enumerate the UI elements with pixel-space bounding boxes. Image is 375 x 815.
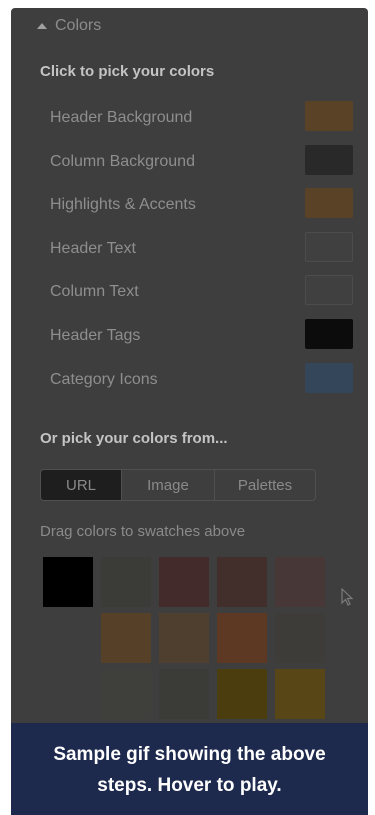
palette-color-chip[interactable]: [159, 669, 209, 719]
picker-title: Click to pick your colors: [40, 63, 215, 80]
color-row: Header Tags: [11, 319, 368, 355]
color-swatch[interactable]: [305, 231, 353, 262]
palette-color-chip[interactable]: [101, 557, 151, 607]
color-row-label: Column Background: [50, 152, 195, 170]
color-row-label: Header Text: [50, 239, 136, 257]
color-swatch[interactable]: [305, 101, 353, 131]
tab-palettes[interactable]: Palettes: [214, 470, 315, 500]
color-swatch[interactable]: [305, 188, 353, 219]
palette-color-chip[interactable]: [275, 613, 325, 663]
color-row: Header Background: [11, 101, 368, 137]
palette-color-chip[interactable]: [275, 669, 325, 719]
color-swatch[interactable]: [305, 275, 353, 306]
palette-color-chip[interactable]: [101, 669, 151, 719]
palette-color-chip[interactable]: [275, 557, 325, 607]
color-row: Category Icons: [11, 362, 368, 399]
palette-color-chip[interactable]: [159, 613, 209, 663]
colors-section-label: Colors: [55, 17, 102, 34]
colors-section-toggle[interactable]: Colors: [37, 16, 101, 36]
color-swatch[interactable]: [305, 319, 353, 349]
color-row-label: Category Icons: [50, 370, 158, 388]
banner-line-2: steps. Hover to play.: [97, 775, 282, 796]
palette-color-chip[interactable]: [217, 557, 267, 607]
tab-image[interactable]: Image: [121, 470, 214, 500]
drag-hint: Drag colors to swatches above: [40, 523, 246, 540]
color-row-label: Header Tags: [50, 327, 141, 344]
color-row: Column Background: [11, 144, 368, 181]
color-settings-panel: Colors Click to pick your colors Header …: [11, 8, 368, 815]
color-row: Header Text: [11, 231, 368, 268]
source-title: Or pick your colors from...: [40, 430, 228, 447]
palette-color-chip[interactable]: [159, 557, 209, 607]
color-swatch[interactable]: [305, 144, 353, 175]
color-source-tabs: URL Image Palettes: [40, 469, 316, 501]
mouse-cursor-icon: [341, 588, 354, 606]
color-row: Highlights & Accents: [11, 188, 368, 224]
gif-caption-banner[interactable]: Sample gif showing the above steps. Hove…: [11, 723, 368, 815]
color-swatch[interactable]: [305, 362, 353, 393]
color-row: Column Text: [11, 275, 368, 311]
banner-line-1: Sample gif showing the above: [53, 744, 326, 765]
palette-color-chip[interactable]: [101, 613, 151, 663]
palette-color-chip[interactable]: [217, 613, 267, 663]
color-row-label: Header Background: [50, 109, 193, 126]
palette-color-chip[interactable]: [43, 557, 93, 607]
color-row-label: Column Text: [50, 283, 139, 301]
tab-url[interactable]: URL: [41, 470, 121, 500]
caret-up-icon: [37, 23, 47, 29]
palette-color-chip[interactable]: [217, 669, 267, 719]
color-row-label: Highlights & Accents: [50, 196, 196, 214]
